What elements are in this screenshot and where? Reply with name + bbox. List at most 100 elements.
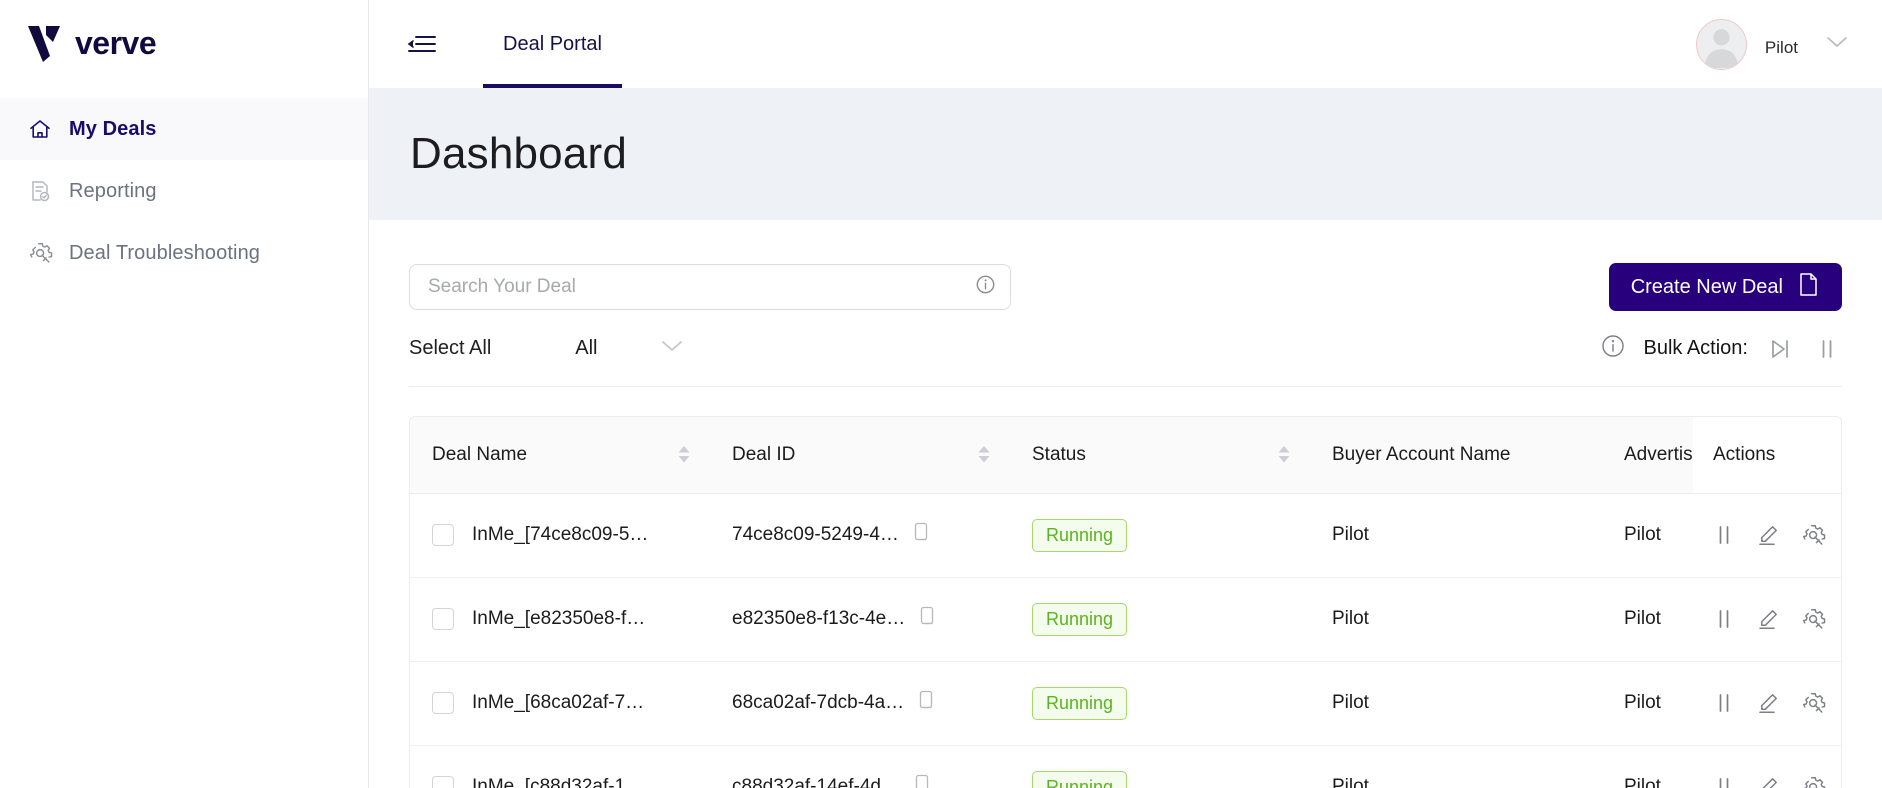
chevron-down-icon — [660, 339, 684, 358]
sort-icon[interactable] — [978, 446, 990, 463]
verve-wordmark: verve — [75, 27, 157, 61]
sidebar-nav: My Deals Reporting Deal Troubleshooting — [0, 98, 368, 284]
profile-role: Pilot — [1764, 37, 1798, 57]
info-icon[interactable] — [975, 274, 996, 300]
column-header-status[interactable]: Status — [1010, 417, 1310, 494]
copy-icon[interactable] — [914, 774, 932, 788]
sort-icon[interactable] — [678, 446, 690, 463]
copy-icon[interactable] — [913, 522, 931, 548]
cell-actions — [1693, 493, 1841, 578]
select-all-label: Select All — [409, 337, 492, 359]
status-filter-select[interactable]: All — [575, 337, 683, 360]
gear-wrench-icon[interactable] — [1801, 691, 1826, 716]
gear-wrench-icon[interactable] — [1801, 607, 1826, 632]
column-label: Advertis — [1624, 443, 1693, 465]
chevron-down-icon[interactable] — [1824, 34, 1850, 55]
deal-name-text: InMe_[e82350e8-f… — [472, 608, 646, 629]
pause-icon[interactable] — [1713, 775, 1735, 788]
deal-name-text: InMe_[68ca02af-7… — [472, 692, 645, 713]
main-area: Deal Portal Pilot Dashboard Search Your … — [369, 0, 1882, 788]
collapse-menu-icon[interactable] — [405, 29, 439, 59]
column-header-deal-name[interactable]: Deal Name — [410, 417, 710, 494]
column-header-actions: Actions — [1693, 417, 1841, 494]
table-header-row: Deal Name Deal ID Status Buyer Account N… — [410, 417, 1841, 494]
copy-icon[interactable] — [919, 606, 937, 632]
cell-actions — [1693, 661, 1841, 746]
content-toolbar: Create New Deal — [409, 220, 1842, 311]
gear-wrench-icon — [27, 240, 53, 266]
edit-pencil-icon[interactable] — [1756, 523, 1780, 547]
cell-buyer-account-name: Pilot — [1310, 745, 1602, 788]
create-new-deal-button[interactable]: Create New Deal — [1608, 263, 1842, 311]
deals-table-wrapper: Deal Name Deal ID Status Buyer Account N… — [409, 416, 1842, 788]
app-root: verve My Deals Reporting Deal Troublesho… — [0, 0, 1882, 788]
row-checkbox[interactable] — [432, 524, 454, 546]
deal-id-text: 68ca02af-7dcb-4a… — [732, 692, 905, 713]
cell-actions — [1693, 745, 1841, 788]
edit-pencil-icon[interactable] — [1756, 607, 1780, 631]
table-row[interactable]: InMe_[e82350e8-f… e82350e8-f13c-4e… Runn… — [410, 577, 1841, 662]
sidebar-item-label: Reporting — [69, 179, 157, 202]
selection-toolbar: Select All All Bulk Action: — [409, 311, 1842, 387]
report-document-check-icon — [27, 178, 53, 204]
cell-status: Running — [1010, 661, 1310, 746]
sort-icon[interactable] — [1278, 446, 1290, 463]
profile-texts: Pilot — [1765, 30, 1798, 58]
table-row[interactable]: InMe_[74ce8c09-5… 74ce8c09-5249-4… Runni… — [410, 493, 1841, 578]
sidebar: verve My Deals Reporting Deal Troublesho… — [0, 0, 369, 788]
row-checkbox[interactable] — [432, 608, 454, 630]
search-input[interactable] — [428, 276, 975, 298]
sidebar-item-label: Deal Troubleshooting — [69, 241, 261, 264]
tab-deal-portal[interactable]: Deal Portal — [483, 0, 622, 88]
cell-buyer-account-name: Pilot — [1310, 577, 1602, 662]
search-box[interactable] — [409, 264, 1011, 310]
create-new-deal-label: Create New Deal — [1630, 275, 1783, 298]
edit-pencil-icon[interactable] — [1756, 691, 1780, 715]
copy-icon[interactable] — [918, 690, 936, 716]
gear-wrench-icon[interactable] — [1801, 775, 1826, 788]
deal-id-text: e82350e8-f13c-4e… — [732, 608, 906, 629]
gear-wrench-icon[interactable] — [1801, 523, 1826, 548]
page-title-band: Dashboard — [369, 88, 1882, 220]
row-checkbox[interactable] — [432, 692, 454, 714]
table-row[interactable]: InMe_[68ca02af-7… 68ca02af-7dcb-4a… Runn… — [410, 661, 1841, 746]
cell-buyer-account-name: Pilot — [1310, 661, 1602, 746]
sidebar-item-deal-troubleshooting[interactable]: Deal Troubleshooting — [0, 222, 368, 284]
topbar: Deal Portal Pilot — [369, 0, 1882, 88]
pause-icon[interactable] — [1713, 691, 1735, 715]
pause-icon[interactable] — [1812, 334, 1842, 364]
cell-status: Running — [1010, 745, 1310, 788]
skip-play-icon[interactable] — [1765, 334, 1795, 364]
content-area: Create New Deal Select All All — [369, 220, 1882, 788]
cell-deal-name: InMe_[68ca02af-7… — [410, 661, 710, 746]
column-label: Status — [1032, 443, 1086, 465]
document-icon — [1797, 272, 1820, 303]
verve-v-mark-icon — [28, 26, 60, 62]
svg-text:verve: verve — [75, 27, 156, 61]
row-checkbox[interactable] — [432, 776, 454, 788]
deal-name-text: InMe_[74ce8c09-5… — [472, 524, 649, 545]
cell-deal-id: 74ce8c09-5249-4… — [710, 493, 1010, 578]
cell-deal-name: InMe_[e82350e8-f… — [410, 577, 710, 662]
column-header-deal-id[interactable]: Deal ID — [710, 417, 1010, 494]
cell-deal-id: c88d32af-14ef-4d… — [710, 745, 1010, 788]
column-label: Buyer Account Name — [1332, 443, 1511, 465]
bulk-action-group: Bulk Action: — [1600, 333, 1842, 364]
column-label: Deal ID — [732, 443, 796, 465]
sidebar-item-my-deals[interactable]: My Deals — [0, 98, 368, 160]
deal-id-text: c88d32af-14ef-4d… — [732, 776, 900, 788]
table-header: Deal Name Deal ID Status Buyer Account N… — [410, 417, 1841, 494]
status-filter-value: All — [575, 337, 598, 359]
column-label: Actions — [1713, 443, 1776, 465]
brand-logo[interactable]: verve — [0, 0, 368, 88]
edit-pencil-icon[interactable] — [1756, 775, 1780, 788]
user-profile-menu[interactable]: Pilot — [1695, 18, 1850, 70]
sidebar-item-label: My Deals — [69, 117, 157, 140]
table-row[interactable]: InMe_[c88d32af-1… c88d32af-14ef-4d… Runn… — [410, 745, 1841, 788]
pause-icon[interactable] — [1713, 523, 1735, 547]
status-badge: Running — [1032, 518, 1128, 552]
sidebar-item-reporting[interactable]: Reporting — [0, 160, 368, 222]
avatar — [1695, 18, 1747, 70]
pause-icon[interactable] — [1713, 607, 1735, 631]
info-icon[interactable] — [1600, 333, 1626, 364]
